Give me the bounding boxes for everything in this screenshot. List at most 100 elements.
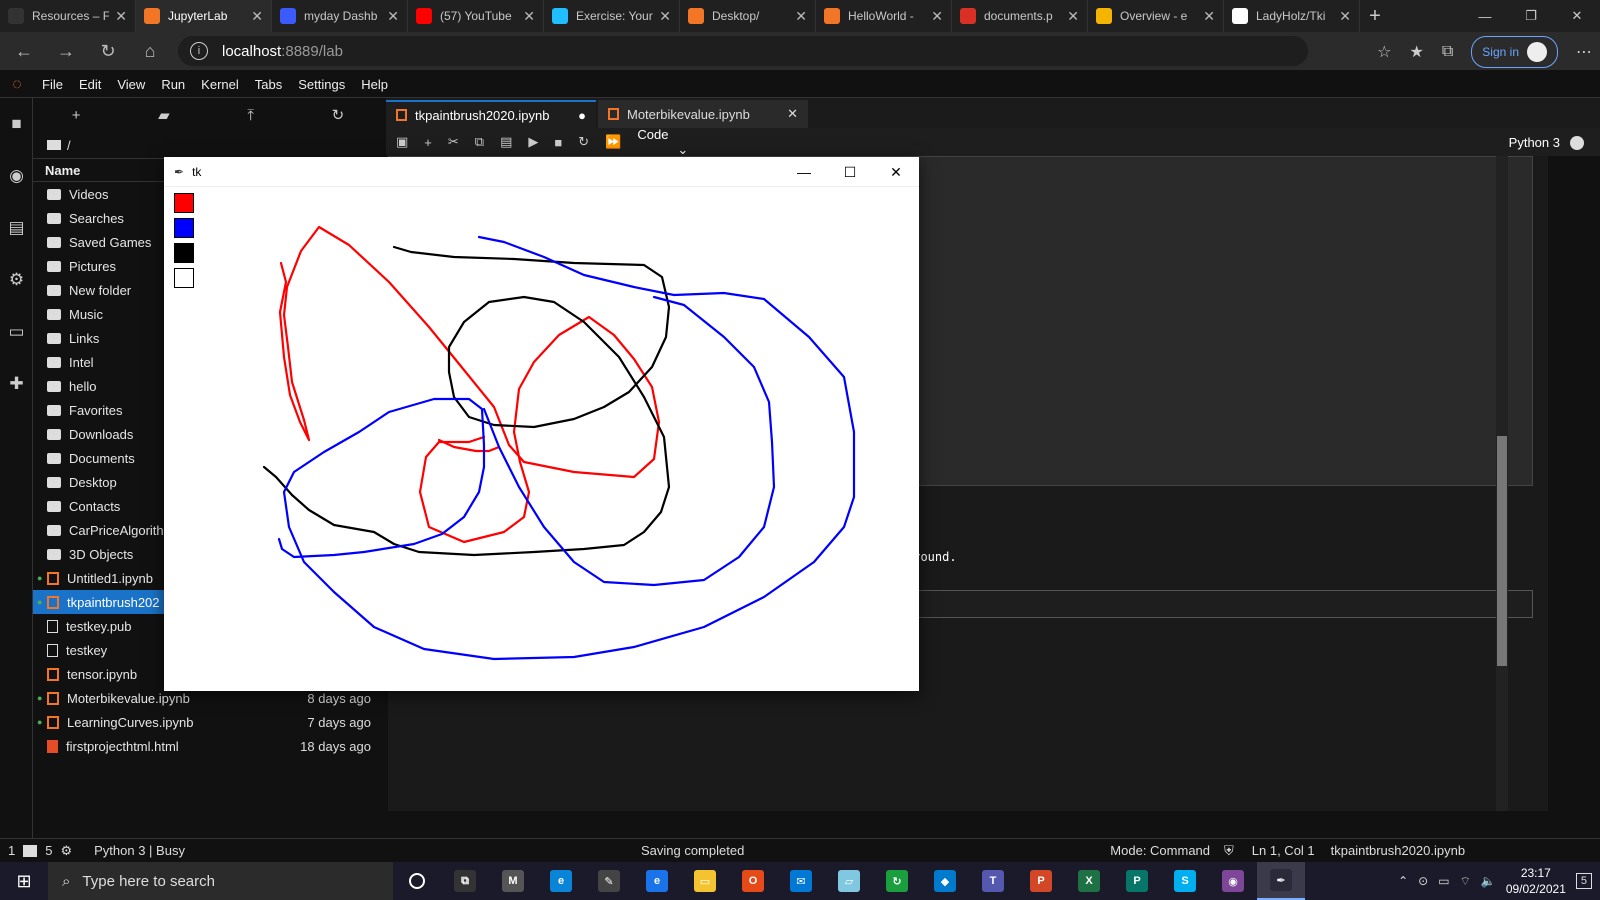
menu-tabs[interactable]: Tabs xyxy=(247,77,290,92)
running-kernels-icon[interactable]: ◉ xyxy=(0,150,33,202)
favorites-icon[interactable]: ★ xyxy=(1410,42,1424,62)
restart-run-all-icon[interactable]: ⏩ xyxy=(605,134,621,150)
menu-help[interactable]: Help xyxy=(353,77,396,92)
close-icon[interactable]: ✕ xyxy=(787,106,798,122)
file-browser-icon[interactable]: ■ xyxy=(0,98,33,150)
save-icon[interactable]: ▣ xyxy=(396,134,408,150)
refresh-icon[interactable]: ↻ xyxy=(332,106,345,124)
copy-icon[interactable]: ⧉ xyxy=(475,134,484,150)
office-icon[interactable]: O xyxy=(729,862,777,900)
extensions-icon[interactable]: ✚ xyxy=(0,358,33,410)
browser-tab[interactable]: Exercise: Your ✕ xyxy=(544,0,680,32)
close-icon[interactable]: ✕ xyxy=(1203,8,1215,25)
browser-tab[interactable]: Overview - e ✕ xyxy=(1088,0,1224,32)
close-button[interactable]: ✕ xyxy=(873,157,919,187)
collections-icon[interactable]: ⧉ xyxy=(1442,43,1453,61)
publisher-icon[interactable]: P xyxy=(1113,862,1161,900)
close-icon[interactable]: ✕ xyxy=(115,8,127,25)
network-icon[interactable]: ⊙ xyxy=(1418,874,1428,888)
sign-in-button[interactable]: Sign in xyxy=(1471,36,1558,68)
vscode-icon[interactable]: ◆ xyxy=(921,862,969,900)
tabs-icon[interactable]: ▭ xyxy=(0,306,33,358)
status-position[interactable]: Ln 1, Col 1 xyxy=(1244,843,1323,858)
file-explorer-icon[interactable]: ▭ xyxy=(681,862,729,900)
cortana-icon[interactable] xyxy=(393,862,441,900)
menu-run[interactable]: Run xyxy=(153,77,193,92)
browser-tab[interactable]: HelloWorld - ✕ xyxy=(816,0,952,32)
restore-icon[interactable]: ❐ xyxy=(1508,0,1554,32)
file-row[interactable]: ● LearningCurves.ipynb 7 days ago xyxy=(33,710,383,734)
close-icon[interactable]: ✕ xyxy=(251,8,263,25)
notebook-tab[interactable]: Moterbikevalue.ipynb ✕ xyxy=(598,100,808,128)
unsaved-dot-icon[interactable]: ● xyxy=(578,108,586,123)
mail-icon[interactable]: ✉ xyxy=(777,862,825,900)
status-kernel[interactable]: Python 3 | Busy xyxy=(86,843,193,858)
powerpoint-icon[interactable]: P xyxy=(1017,862,1065,900)
teams-icon[interactable]: T xyxy=(969,862,1017,900)
run-icon[interactable]: ▶ xyxy=(528,134,538,150)
cut-icon[interactable]: ✂ xyxy=(448,134,459,150)
maximize-button[interactable]: ☐ xyxy=(827,157,873,187)
menu-file[interactable]: File xyxy=(34,77,71,92)
minimize-button[interactable]: — xyxy=(781,157,827,187)
notification-icon[interactable]: 5 xyxy=(1575,873,1592,889)
tk-titlebar[interactable]: ✒ tk — ☐ ✕ xyxy=(164,157,919,187)
forward-icon[interactable]: → xyxy=(48,36,84,66)
edge-icon[interactable]: e xyxy=(537,862,585,900)
skype-icon[interactable]: S xyxy=(1161,862,1209,900)
refresh-app-icon[interactable]: ↻ xyxy=(873,862,921,900)
battery-icon[interactable]: ▭ xyxy=(1438,874,1449,888)
add-favorite-icon[interactable]: ☆ xyxy=(1377,42,1391,62)
close-icon[interactable]: ✕ xyxy=(931,8,943,25)
excel-icon[interactable]: X xyxy=(1065,862,1113,900)
home-icon[interactable]: ⌂ xyxy=(132,36,168,66)
stop-icon[interactable]: ■ xyxy=(554,135,562,150)
close-icon[interactable]: ✕ xyxy=(1339,8,1351,25)
close-icon[interactable]: ✕ xyxy=(659,8,671,25)
cell-type-select[interactable]: Code ⌄ xyxy=(637,127,717,158)
browser-tab[interactable]: documents.p ✕ xyxy=(952,0,1088,32)
task-view-icon[interactable]: ⧉ xyxy=(441,862,489,900)
volume-icon[interactable]: 🔈 xyxy=(1481,874,1496,888)
new-tab-icon[interactable]: + xyxy=(1360,5,1390,28)
reload-icon[interactable]: ↻ xyxy=(90,36,126,66)
browser-tab[interactable]: Resources – F ✕ xyxy=(0,0,136,32)
wifi-icon[interactable]: ⌔ xyxy=(1460,874,1471,889)
chevron-up-icon[interactable]: ⌃ xyxy=(1398,874,1408,888)
drawing-canvas[interactable] xyxy=(164,187,919,691)
browser-tab[interactable]: LadyHolz/Tki ✕ xyxy=(1224,0,1360,32)
paste-icon[interactable]: ▤ xyxy=(500,134,512,150)
new-folder-icon[interactable]: ▰ xyxy=(158,106,170,124)
close-icon[interactable]: ✕ xyxy=(523,8,535,25)
notebook-tab[interactable]: tkpaintbrush2020.ipynb ● xyxy=(386,100,596,128)
site-info-icon[interactable]: i xyxy=(190,42,208,60)
notes-icon[interactable]: ▱ xyxy=(825,862,873,900)
windows-start-icon[interactable]: ⊞ xyxy=(0,862,48,900)
close-icon[interactable]: ✕ xyxy=(795,8,807,25)
python-feather-icon[interactable]: ✒ xyxy=(1257,862,1305,900)
back-icon[interactable]: ← xyxy=(6,36,42,66)
status-kernels-count[interactable]: 5 xyxy=(37,843,60,858)
menu-view[interactable]: View xyxy=(109,77,153,92)
browser-tab[interactable]: (57) YouTube ✕ xyxy=(408,0,544,32)
url-input[interactable]: i localhost:8889/lab xyxy=(178,36,1308,66)
browser-tab[interactable]: Desktop/ ✕ xyxy=(680,0,816,32)
close-icon[interactable]: ✕ xyxy=(1067,8,1079,25)
tor-icon[interactable]: ◉ xyxy=(1209,862,1257,900)
browser-tab[interactable]: myday Dashb ✕ xyxy=(272,0,408,32)
clock[interactable]: 23:17 09/02/2021 xyxy=(1506,865,1566,897)
menu-edit[interactable]: Edit xyxy=(71,77,109,92)
inkscape-icon[interactable]: ✎ xyxy=(585,862,633,900)
new-launcher-icon[interactable]: + xyxy=(72,107,81,124)
myday-app-icon[interactable]: M xyxy=(489,862,537,900)
ie-icon[interactable]: e xyxy=(633,862,681,900)
insert-cell-icon[interactable]: + xyxy=(424,135,432,150)
scrollbar-thumb[interactable] xyxy=(1497,436,1507,666)
more-menu-icon[interactable]: ⋯ xyxy=(1576,42,1592,62)
close-window-icon[interactable]: ✕ xyxy=(1554,0,1600,32)
scrollbar[interactable] xyxy=(1496,156,1508,811)
taskbar-search[interactable]: ⌕ Type here to search xyxy=(48,862,393,900)
commands-icon[interactable]: ▤ xyxy=(0,202,33,254)
menu-kernel[interactable]: Kernel xyxy=(193,77,247,92)
restart-icon[interactable]: ↻ xyxy=(578,134,589,150)
